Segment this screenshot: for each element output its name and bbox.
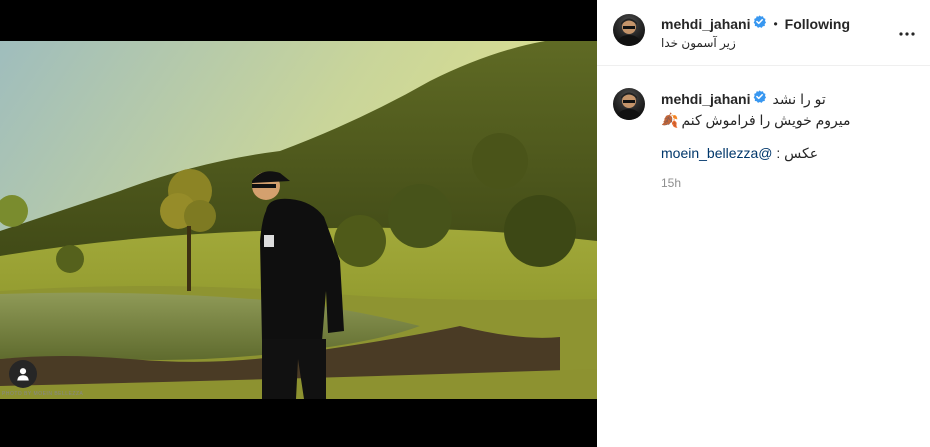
caption-text-line1: تو را نشد (772, 90, 826, 107)
avatar-portrait (616, 18, 642, 46)
verified-badge-icon (753, 15, 767, 33)
post-timestamp[interactable]: 15h (661, 176, 681, 190)
leaf-emoji: 🍂 (661, 112, 679, 128)
caption-credit-line: عکس : @moein_bellezza (661, 145, 911, 162)
caption-text-line2-row: میروم خویش را فراموش کنم 🍂 (661, 112, 911, 129)
tagged-users-button[interactable] (9, 360, 37, 388)
following-button[interactable]: Following (785, 16, 850, 32)
author-avatar[interactable] (613, 14, 645, 46)
caption-author-avatar[interactable] (613, 88, 645, 120)
more-options-button[interactable] (898, 24, 916, 42)
avatar-portrait (616, 92, 642, 120)
author-username[interactable]: mehdi_jahani (661, 16, 750, 32)
caption-text-line2: میروم خویش را فراموش کنم (681, 112, 851, 128)
post-photo (0, 41, 597, 399)
photo-credit-watermark: PHOTO BY MOEIN BELLEZZA (2, 391, 84, 397)
caption-credit-label: عکس : (776, 145, 819, 161)
header-separator: • (773, 17, 778, 31)
post-media[interactable]: PHOTO BY MOEIN BELLEZZA (0, 0, 597, 447)
caption-first-line: mehdi_jahani تو را نشد (661, 90, 911, 108)
user-tag-icon (17, 368, 29, 381)
post-location[interactable]: زیر آسمون خدا (661, 36, 736, 50)
caption-author-username[interactable]: mehdi_jahani (661, 91, 750, 107)
more-options-icon (899, 32, 915, 36)
post-caption: mehdi_jahani تو را نشد میروم خویش را فرا… (661, 90, 911, 162)
post-details-panel: mehdi_jahani • Following زیر آسمون خدا m… (597, 0, 930, 447)
verified-badge-icon (753, 90, 767, 108)
header-name-row: mehdi_jahani • Following (661, 15, 850, 33)
photographer-mention-link[interactable]: @moein_bellezza (661, 145, 773, 161)
post-header: mehdi_jahani • Following زیر آسمون خدا (597, 0, 930, 66)
